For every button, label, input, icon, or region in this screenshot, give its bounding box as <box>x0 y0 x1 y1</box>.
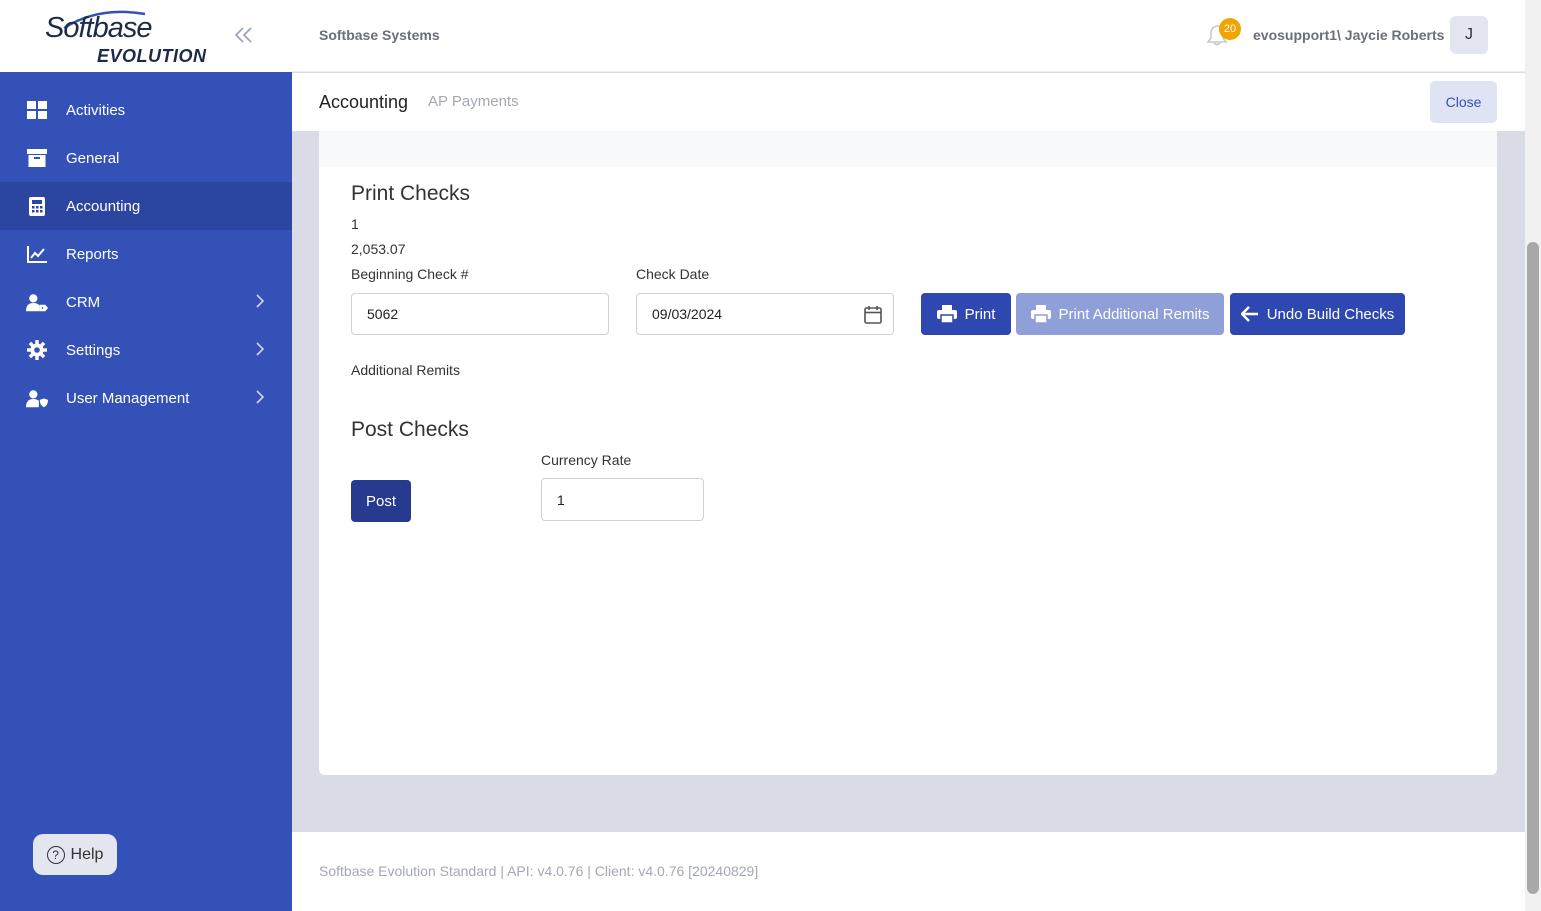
currency-rate-input[interactable]: 1 <box>541 478 704 521</box>
beginning-check-label: Beginning Check # <box>351 266 469 282</box>
beginning-check-value: 5062 <box>367 306 399 322</box>
card-top-strip <box>319 131 1497 167</box>
question-circle-icon: ? <box>46 845 65 864</box>
company-name: Softbase Systems <box>319 27 440 43</box>
softbase-logo[interactable]: Softbase EVOLUTION <box>45 10 210 66</box>
user-name[interactable]: evosupport1\ Jaycie Roberts <box>1253 27 1444 43</box>
print-label: Print <box>964 305 996 323</box>
sidebar-item-user-management[interactable]: User Management <box>0 374 292 422</box>
close-button[interactable]: Close <box>1430 81 1497 123</box>
calculator-icon <box>26 195 48 217</box>
sidebar-item-label: Accounting <box>66 197 141 215</box>
check-total: 2,053.07 <box>351 241 406 257</box>
avatar[interactable]: J <box>1450 16 1488 54</box>
sidebar-item-label: Activities <box>66 101 126 119</box>
currency-rate-value: 1 <box>557 491 565 508</box>
sidebar-item-label: Reports <box>66 245 119 263</box>
logo-area: Softbase EVOLUTION <box>0 0 292 72</box>
chart-line-icon <box>26 243 48 265</box>
check-date-label: Check Date <box>636 266 710 282</box>
user-tag-icon <box>26 291 48 313</box>
sidebar-item-label: Settings <box>66 341 121 359</box>
sidebar-item-reports[interactable]: Reports <box>0 230 292 278</box>
sidebar-item-label: User Management <box>66 389 190 407</box>
sidebar-item-general[interactable]: General <box>0 134 292 182</box>
sidebar: Softbase EVOLUTION Activities General Ac… <box>0 0 292 911</box>
sidebar-nav: Activities General Accounting Reports CR… <box>0 86 292 422</box>
collapse-sidebar-icon[interactable] <box>232 23 256 47</box>
help-button[interactable]: ? Help <box>33 834 117 875</box>
print-additional-remits-label: Print Additional Remits <box>1058 305 1210 323</box>
archive-icon <box>26 147 48 169</box>
sidebar-item-crm[interactable]: CRM <box>0 278 292 326</box>
help-label: Help <box>70 845 104 863</box>
chevron-right-icon <box>256 390 264 404</box>
main-card: Print Checks 1 2,053.07 Beginning Check … <box>319 131 1497 775</box>
additional-remits-label: Additional Remits <box>351 362 460 378</box>
print-additional-remits-button[interactable]: Print Additional Remits <box>1016 293 1224 335</box>
check-count: 1 <box>351 216 359 232</box>
check-date-value: 09/03/2024 <box>652 306 723 322</box>
gear-icon <box>26 339 48 361</box>
undo-build-checks-label: Undo Build Checks <box>1266 305 1395 323</box>
user-shield-icon <box>26 387 48 409</box>
page-header: Accounting AP Payments Close <box>292 73 1525 131</box>
beginning-check-input[interactable]: 5062 <box>351 293 609 335</box>
post-label: Post <box>365 492 396 510</box>
chevron-right-icon <box>256 342 264 356</box>
version-info: Softbase Evolution Standard | API: v4.0.… <box>319 863 759 879</box>
arrow-left-icon <box>1240 306 1258 322</box>
notification-badge[interactable]: 20 <box>1219 18 1241 40</box>
calendar-icon[interactable] <box>864 305 882 324</box>
sidebar-item-activities[interactable]: Activities <box>0 86 292 134</box>
scrollbar-thumb[interactable] <box>1527 242 1539 894</box>
sidebar-item-settings[interactable]: Settings <box>0 326 292 374</box>
currency-rate-label: Currency Rate <box>541 452 632 468</box>
footer: Softbase Evolution Standard | API: v4.0.… <box>292 832 1525 911</box>
post-checks-heading: Post Checks <box>351 418 469 441</box>
printer-icon <box>936 305 957 323</box>
logo-text-top: Softbase <box>45 12 152 44</box>
breadcrumb[interactable]: AP Payments <box>428 93 519 110</box>
top-header: Softbase Systems 20 evosupport1\ Jaycie … <box>292 0 1525 72</box>
sidebar-item-label: CRM <box>66 293 101 311</box>
sidebar-item-accounting[interactable]: Accounting <box>0 182 292 230</box>
logo-text-bottom: EVOLUTION <box>97 46 207 66</box>
print-button[interactable]: Print <box>921 293 1011 335</box>
page-title: Accounting <box>319 92 409 112</box>
print-checks-heading: Print Checks <box>351 182 471 205</box>
chevron-right-icon <box>256 294 264 308</box>
undo-build-checks-button[interactable]: Undo Build Checks <box>1230 293 1405 335</box>
check-date-input[interactable]: 09/03/2024 <box>636 293 894 335</box>
sidebar-item-label: General <box>66 149 120 167</box>
grid-icon <box>26 99 48 121</box>
post-button[interactable]: Post <box>351 480 411 522</box>
printer-icon <box>1030 305 1051 323</box>
